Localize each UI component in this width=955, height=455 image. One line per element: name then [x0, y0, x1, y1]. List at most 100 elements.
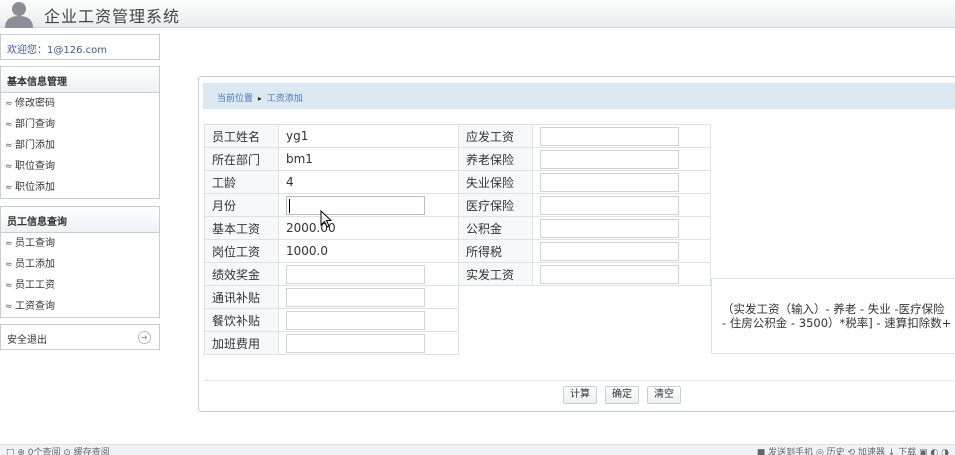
bullet-icon: ≈	[5, 120, 13, 130]
base-salary-value: 2000.00	[278, 216, 459, 240]
sidebar-item-salary-query[interactable]: ≈ 工资查询	[1, 296, 159, 317]
field-label: 基本工资	[204, 216, 279, 240]
table-row: 基本工资 2000.00 公积金	[204, 216, 711, 240]
table-row: 加班费用	[204, 331, 711, 355]
medical-input[interactable]	[540, 195, 679, 215]
sidebar-item-change-password[interactable]: ≈ 修改密码	[1, 93, 159, 114]
status-left: □ ⊕ 0个查阅 ⊙ 缓存查阅	[6, 448, 110, 455]
text-caret	[289, 198, 290, 213]
table-row: 绩效奖金 实发工资	[204, 262, 711, 286]
field-label: 医疗保险	[458, 193, 533, 217]
field-label: 月份	[204, 193, 279, 217]
field-label: 加班费用	[204, 331, 279, 355]
bullet-icon: ≈	[5, 162, 13, 172]
income-tax-input[interactable]	[540, 241, 679, 261]
table-row: 月份 医疗保险	[204, 193, 711, 217]
net-salary-input[interactable]	[540, 264, 679, 284]
arrow-right-icon: ➔	[138, 331, 151, 344]
breadcrumb: 当前位置 ▸ 工资添加	[203, 83, 955, 109]
sidebar-item-employee-add[interactable]: ≈ 员工添加	[1, 254, 159, 275]
main-content: 当前位置 ▸ 工资添加 员工姓名 yg1 应发工资 所在部门 bm1 养老保险 …	[198, 76, 955, 412]
breadcrumb-current: 工资添加	[266, 94, 303, 104]
field-label: 失业保险	[458, 170, 533, 194]
overtime-input[interactable]	[286, 333, 425, 353]
pension-input[interactable]	[540, 149, 679, 169]
formula-line: - 住房公积金 - 3500）*税率] - 速算扣除数+	[722, 316, 952, 330]
meal-allowance-cell	[278, 308, 459, 332]
sidebar-item-employee-query[interactable]: ≈ 员工查询	[1, 233, 159, 254]
breadcrumb-separator-icon: ▸	[257, 94, 262, 103]
table-row: 通讯补贴	[204, 285, 711, 309]
seniority-value: 4	[278, 170, 459, 194]
mouse-pointer-icon	[320, 210, 332, 228]
sidebar-group-title: 基本信息管理	[1, 67, 159, 93]
bullet-icon: ≈	[5, 141, 13, 151]
field-label: 工龄	[204, 170, 279, 194]
sidebar-item-dept-add[interactable]: ≈ 部门添加	[1, 135, 159, 156]
income-tax-cell	[532, 239, 711, 263]
clear-button[interactable]: 清空	[647, 386, 681, 404]
field-label: 实发工资	[458, 262, 533, 286]
sidebar-item-position-query[interactable]: ≈ 职位查询	[1, 156, 159, 177]
net-salary-cell	[532, 262, 711, 286]
bullet-icon: ≈	[5, 239, 13, 249]
gross-salary-input[interactable]	[540, 126, 679, 146]
sidebar-panel-employee: 员工信息查询 ≈ 员工查询 ≈ 员工添加 ≈ 员工工资 ≈ 工资查询	[0, 206, 160, 318]
bullet-icon: ≈	[5, 281, 13, 291]
table-row: 所在部门 bm1 养老保险	[204, 147, 711, 171]
user-avatar-icon	[5, 2, 33, 28]
overtime-cell	[278, 331, 459, 355]
bullet-icon: ≈	[5, 302, 13, 312]
table-row: 岗位工资 1000.0 所得税	[204, 239, 711, 263]
sidebar-item-dept-query[interactable]: ≈ 部门查询	[1, 114, 159, 135]
calculate-button[interactable]: 计算	[563, 386, 597, 404]
field-label: 应发工资	[458, 124, 533, 148]
field-label: 公积金	[458, 216, 533, 240]
post-salary-value: 1000.0	[278, 239, 459, 263]
field-label: 养老保险	[458, 147, 533, 171]
pension-cell	[532, 147, 711, 171]
app-header: 企业工资管理系统	[0, 0, 955, 28]
confirm-button[interactable]: 确定	[605, 386, 639, 404]
bullet-icon: ≈	[5, 183, 13, 193]
salary-form-table: 员工姓名 yg1 应发工资 所在部门 bm1 养老保险 工龄 4 失业保险 月份…	[204, 124, 711, 355]
formula-line: （实发工资（输入）- 养老 - 失业 -医疗保险	[722, 302, 945, 316]
welcome-text: 欢迎您：1@126.com	[0, 34, 160, 60]
sidebar-item-employee-salary[interactable]: ≈ 员工工资	[1, 275, 159, 296]
department-value: bm1	[278, 147, 459, 171]
field-label: 通讯补贴	[204, 285, 279, 309]
bullet-icon: ≈	[5, 260, 13, 270]
logout-label: 安全退出	[7, 335, 47, 346]
gross-salary-cell	[532, 124, 711, 148]
housing-fund-cell	[532, 216, 711, 240]
bullet-icon: ≈	[5, 99, 13, 109]
medical-cell	[532, 193, 711, 217]
meal-allowance-input[interactable]	[286, 310, 425, 330]
table-row: 工龄 4 失业保险	[204, 170, 711, 194]
sidebar-item-position-add[interactable]: ≈ 职位添加	[1, 177, 159, 198]
logout-button[interactable]: 安全退出 ➔	[0, 324, 160, 350]
sidebar-group-title: 员工信息查询	[1, 207, 159, 233]
field-label: 所在部门	[204, 147, 279, 171]
housing-fund-input[interactable]	[540, 218, 679, 238]
field-label: 岗位工资	[204, 239, 279, 263]
bonus-input[interactable]	[286, 264, 425, 284]
button-bar: 计算 确定 清空	[204, 380, 955, 404]
field-label: 所得税	[458, 239, 533, 263]
unemployment-input[interactable]	[540, 172, 679, 192]
comm-allowance-cell	[278, 285, 459, 309]
app-title: 企业工资管理系统	[44, 7, 181, 26]
table-row: 餐饮补贴	[204, 308, 711, 332]
field-label: 餐饮补贴	[204, 308, 279, 332]
comm-allowance-input[interactable]	[286, 287, 425, 307]
month-input[interactable]	[286, 195, 425, 215]
month-cell	[278, 193, 459, 217]
employee-name-value: yg1	[278, 124, 459, 148]
table-row: 员工姓名 yg1 应发工资	[204, 124, 711, 148]
tax-formula-note: （实发工资（输入）- 养老 - 失业 -医疗保险 - 住房公积金 - 3500）…	[711, 278, 955, 354]
breadcrumb-prefix: 当前位置	[217, 94, 254, 104]
field-label: 绩效奖金	[204, 262, 279, 286]
status-right: ■ 发送到手机 ◎ 历史 ⟲ 加速器 ↓ 下载 ▣ ◐ ◑	[756, 448, 949, 455]
unemployment-cell	[532, 170, 711, 194]
browser-status-bar: □ ⊕ 0个查阅 ⊙ 缓存查阅 ■ 发送到手机 ◎ 历史 ⟲ 加速器 ↓ 下载 …	[0, 444, 955, 455]
